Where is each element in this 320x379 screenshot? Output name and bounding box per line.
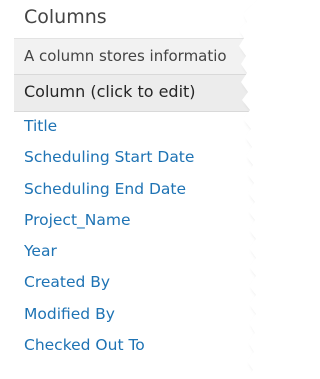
- section-description: A column stores informatio: [24, 47, 227, 65]
- column-link-scheduling-end-date[interactable]: Scheduling End Date: [24, 178, 194, 209]
- column-table-header: Column (click to edit): [14, 74, 275, 112]
- column-header-label: Column (click to edit): [24, 82, 196, 101]
- column-link-modified-by[interactable]: Modified By: [24, 303, 194, 334]
- column-link-checked-out-to[interactable]: Checked Out To: [24, 334, 194, 365]
- column-link-year[interactable]: Year: [24, 240, 194, 271]
- column-list: Title Scheduling Start Date Scheduling E…: [24, 115, 194, 365]
- column-link-title[interactable]: Title: [24, 115, 194, 146]
- section-title: Columns: [24, 6, 107, 28]
- column-link-scheduling-start-date[interactable]: Scheduling Start Date: [24, 146, 194, 177]
- column-link-project-name[interactable]: Project_Name: [24, 209, 194, 240]
- columns-panel: Columns A column stores informatio Colum…: [0, 0, 275, 379]
- description-band: A column stores informatio: [14, 38, 275, 74]
- column-link-created-by[interactable]: Created By: [24, 271, 194, 302]
